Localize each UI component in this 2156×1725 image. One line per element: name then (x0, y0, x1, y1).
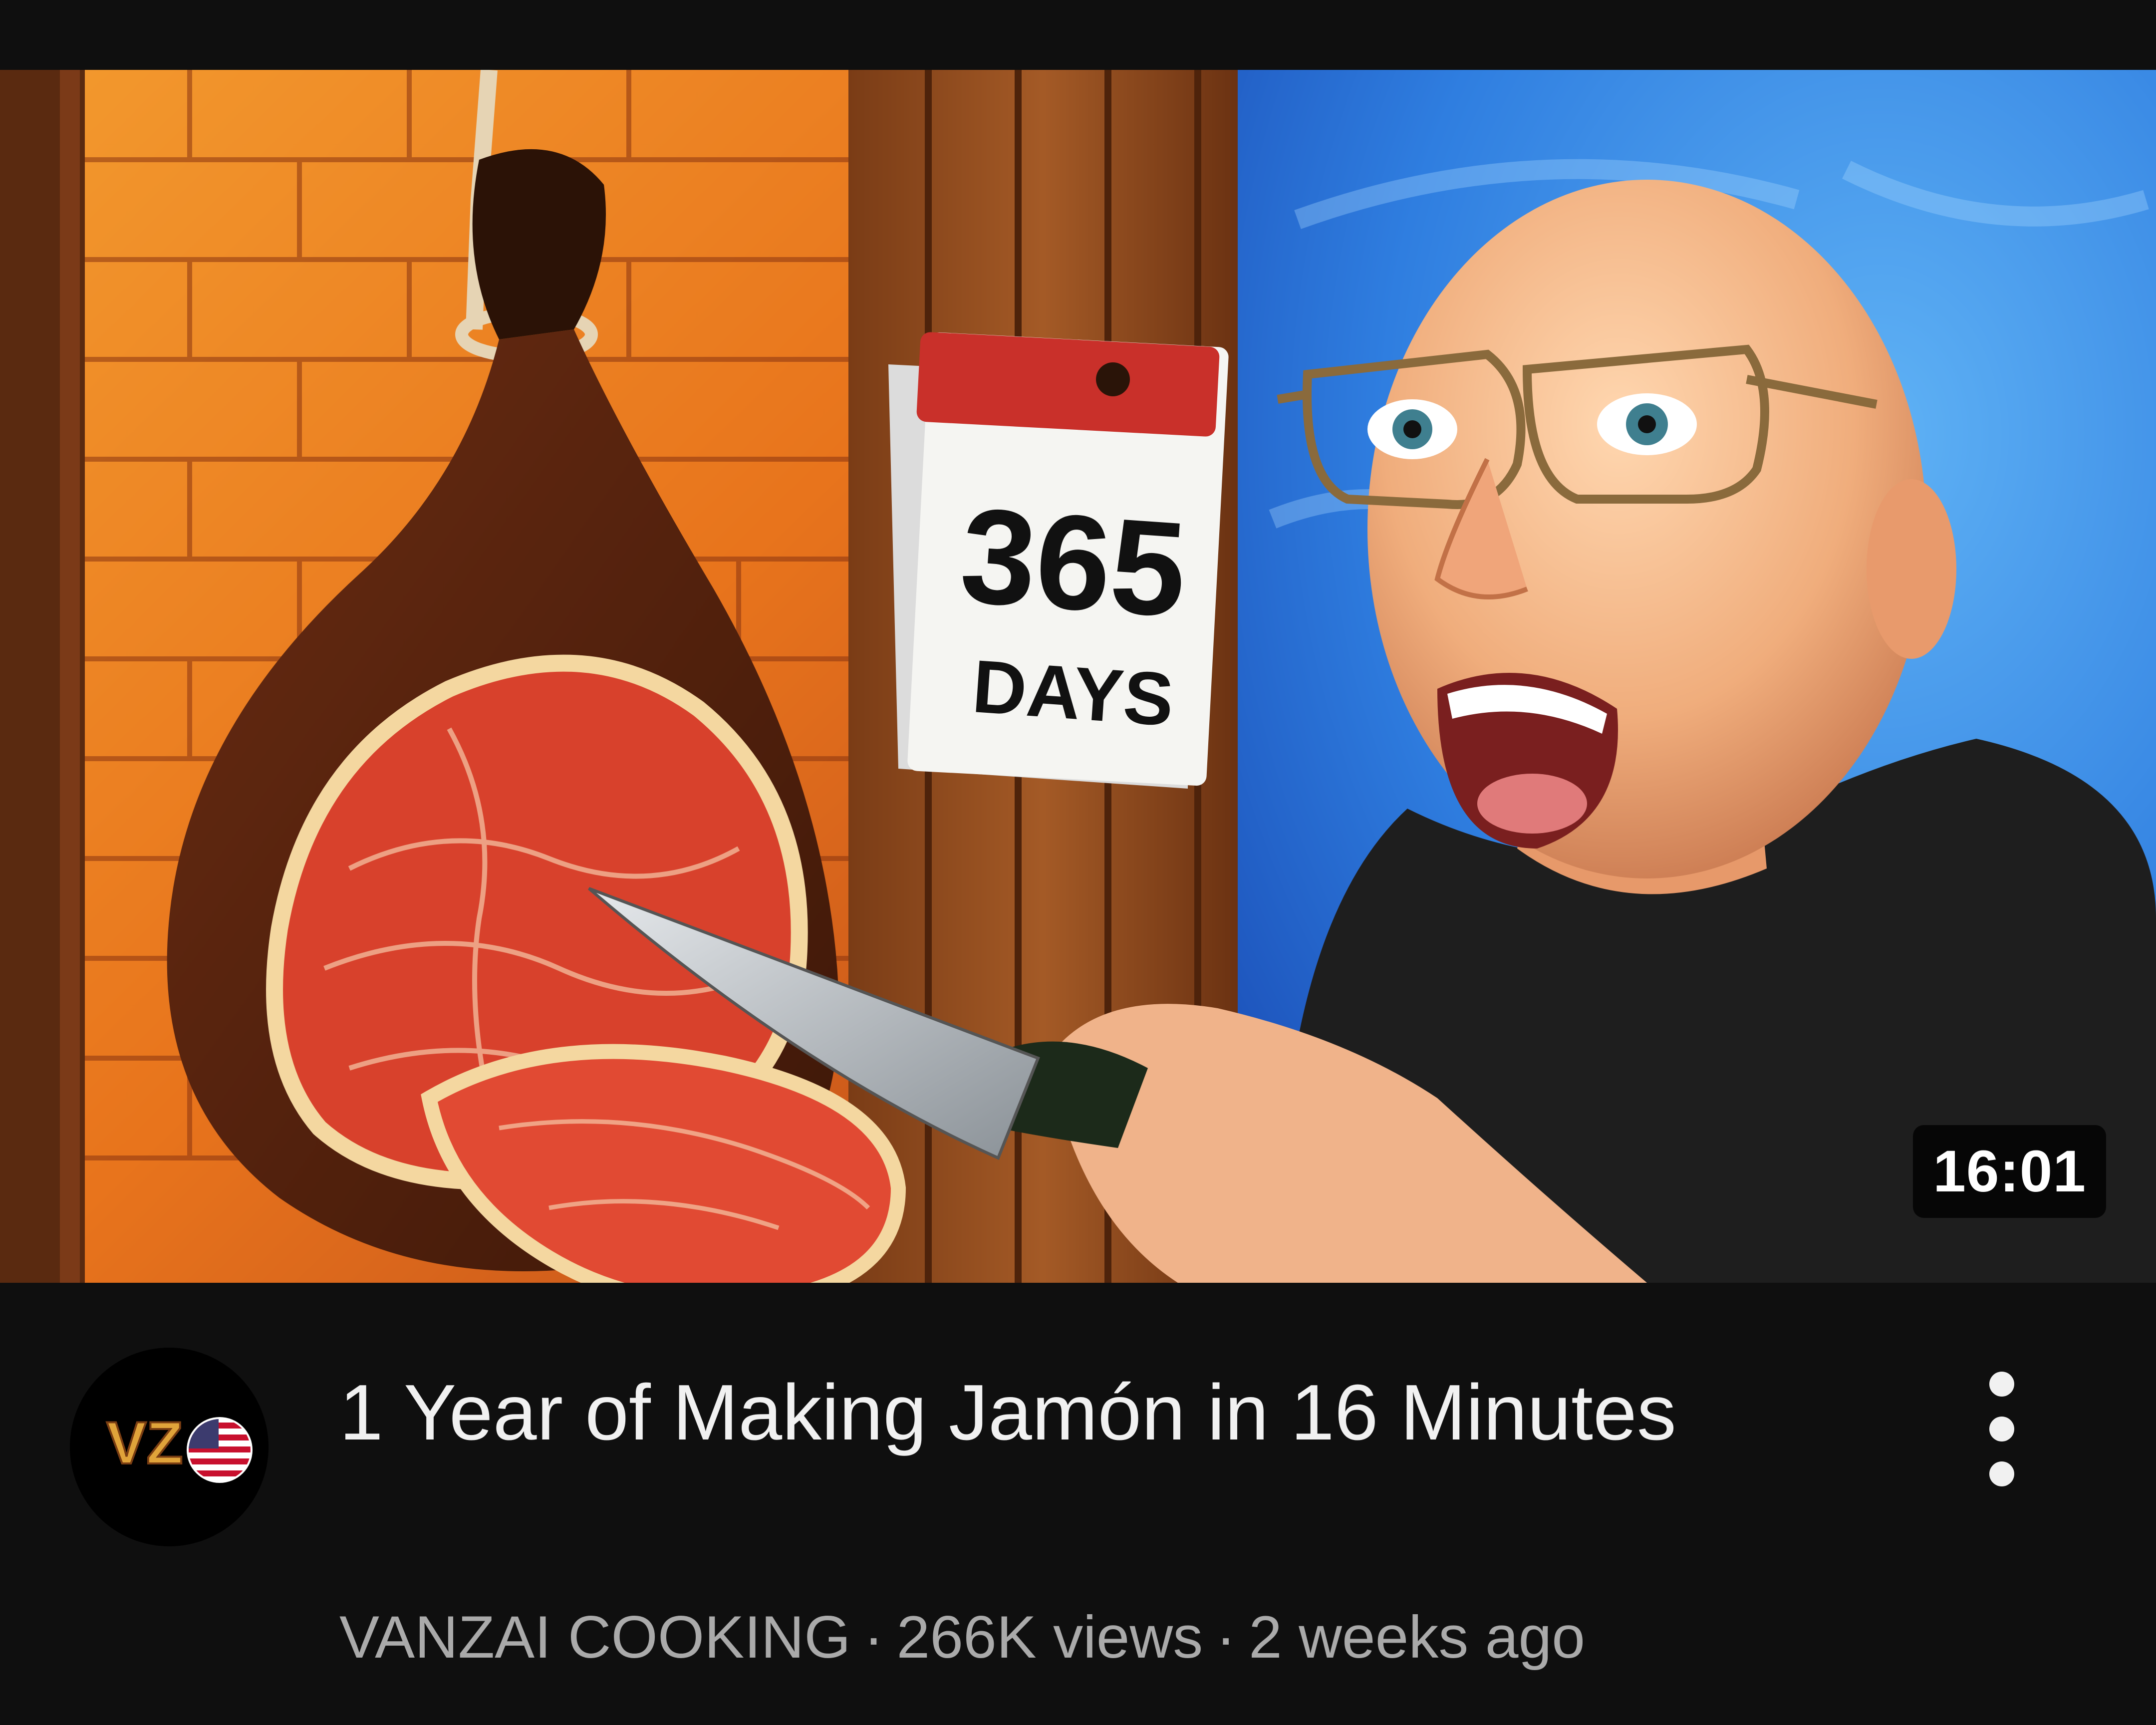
calendar-number: 365 (956, 480, 1191, 646)
thumbnail-artwork: 365 DAYS (0, 70, 2156, 1283)
duration-badge: 16:01 (1913, 1125, 2106, 1218)
video-thumbnail[interactable]: 365 DAYS 16:01 (0, 70, 2156, 1283)
meta-separator: · (863, 1604, 884, 1671)
channel-logo-letters: VZ (106, 1410, 183, 1476)
more-options-button[interactable] (1956, 1358, 2046, 1507)
upload-age: 2 weeks ago (1249, 1604, 1585, 1671)
channel-avatar[interactable]: VZ (70, 1348, 269, 1546)
top-bar (0, 0, 2156, 70)
video-metadata: VANZAI COOKING · 266K views · 2 weeks ago (339, 1602, 1585, 1672)
meta-separator: · (1216, 1604, 1236, 1671)
video-feed-screen: 365 DAYS 16:01 VZ 1 Year of Making Jamón… (0, 0, 2156, 1725)
calendar-label: DAYS (970, 644, 1176, 742)
channel-name[interactable]: VANZAI COOKING (339, 1604, 851, 1671)
video-title[interactable]: 1 Year of Making Jamón in 16 Minutes (339, 1358, 1687, 1467)
channel-logo: VZ (70, 1348, 269, 1546)
us-flag-icon (187, 1417, 253, 1483)
video-info-row: VZ 1 Year of Making Jamón in 16 Minutes … (0, 1283, 2156, 1725)
calendar-graphic: 365 DAYS (888, 332, 1229, 789)
view-count: 266K views (896, 1604, 1203, 1671)
